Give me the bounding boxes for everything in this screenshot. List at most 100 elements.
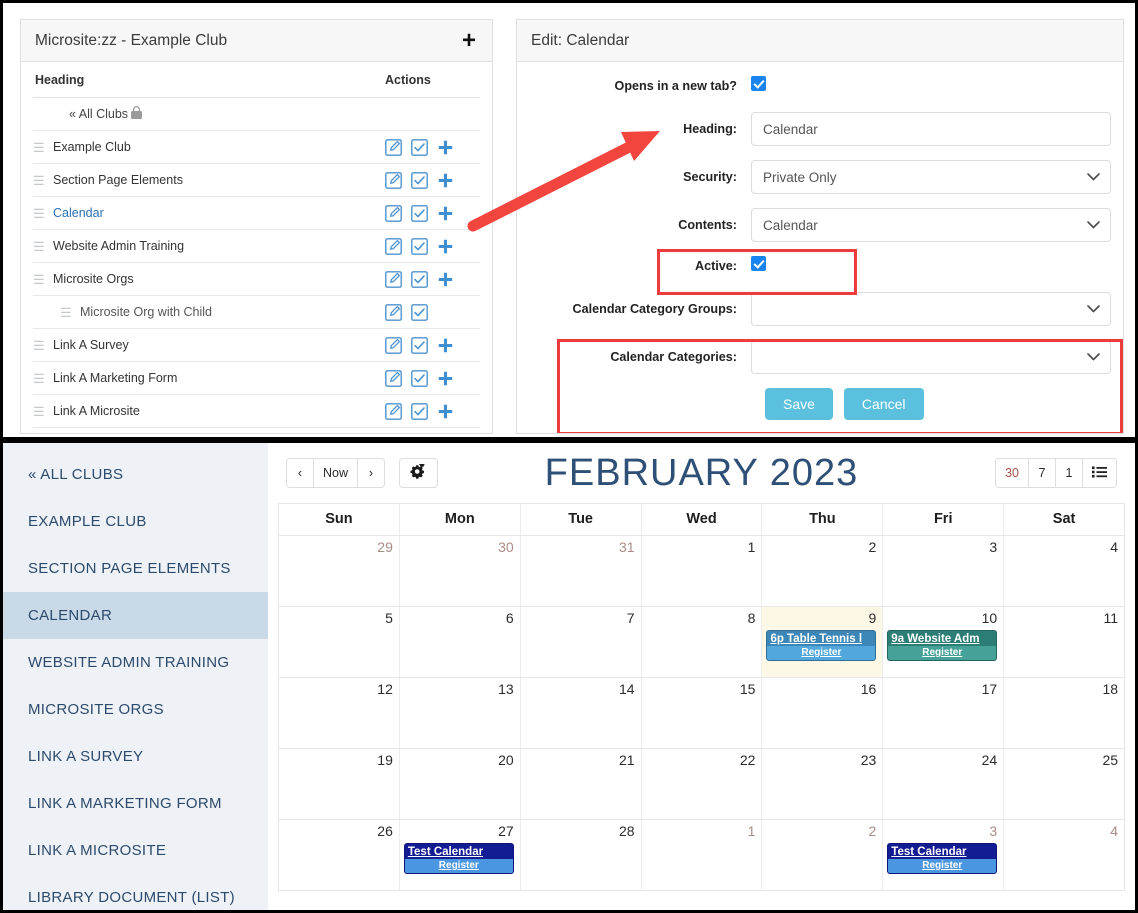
edit-icon[interactable] [385, 171, 402, 189]
sidebar-item-link-a-marketing-form[interactable]: LINK A MARKETING FORM [3, 780, 268, 827]
calendar-day-cell[interactable]: 29 [279, 536, 399, 606]
edit-icon[interactable] [385, 369, 402, 387]
calendar-day-cell[interactable]: 6 [398, 607, 520, 677]
save-button[interactable]: Save [765, 388, 833, 420]
calendar-day-cell[interactable]: 22 [640, 749, 762, 819]
calendar-day-cell[interactable]: 7 [519, 607, 641, 677]
event-register-link[interactable]: Register [888, 858, 997, 873]
calendar-event[interactable]: 6p Table Tennis l Register [766, 629, 877, 661]
contents-select[interactable] [751, 208, 1111, 242]
add-icon[interactable] [437, 139, 454, 156]
add-icon[interactable] [437, 403, 454, 420]
calendar-day-cell[interactable]: 20 [398, 749, 520, 819]
edit-icon[interactable] [385, 270, 402, 288]
checkbox-icon[interactable] [411, 303, 428, 321]
table-row[interactable]: ☰ Link A Marketing Form [33, 362, 480, 395]
event-title[interactable]: Test Calendar [888, 844, 996, 859]
new-tab-checkbox[interactable] [751, 76, 766, 91]
checkbox-icon[interactable] [411, 336, 428, 354]
add-icon[interactable] [437, 337, 454, 354]
calendar-day-cell[interactable]: 15 [640, 678, 762, 748]
calendar-day-cell[interactable]: 27 Test Calendar Register [398, 820, 520, 890]
calendar-day-cell[interactable]: 13 [398, 678, 520, 748]
checkbox-icon[interactable] [411, 138, 428, 156]
event-title[interactable]: 9a Website Adm [888, 631, 996, 646]
edit-icon[interactable] [385, 336, 402, 354]
drag-handle-icon[interactable]: ☰ [33, 372, 46, 385]
checkbox-icon[interactable] [411, 171, 428, 189]
table-row[interactable]: ☰ Microsite Orgs [33, 263, 480, 296]
calendar-day-cell[interactable]: 3 Test Calendar Register [882, 820, 1003, 890]
drag-handle-icon[interactable]: ☰ [60, 306, 73, 319]
drag-handle-icon[interactable]: ☰ [33, 174, 46, 187]
event-register-link[interactable]: Register [888, 645, 997, 660]
table-row[interactable]: ☰ Calendar [33, 197, 480, 230]
calendar-day-cell[interactable]: 31 [519, 536, 641, 606]
next-month-button[interactable]: › [357, 458, 386, 488]
table-row[interactable]: ☰ Microsite Org with Child [33, 296, 480, 329]
calendar-day-cell[interactable]: 24 [882, 749, 1003, 819]
add-page-icon[interactable]: + [462, 28, 478, 53]
calendar-day-cell[interactable]: 4 [1003, 820, 1124, 890]
calendar-day-cell[interactable]: 8 [640, 607, 762, 677]
calendar-day-cell[interactable]: 18 [1003, 678, 1124, 748]
cancel-button[interactable]: Cancel [843, 388, 924, 420]
calendar-day-cell[interactable]: 25 [1003, 749, 1124, 819]
calendar-day-cell[interactable]: 5 [279, 607, 399, 677]
calendar-day-cell[interactable]: 16 [761, 678, 882, 748]
all-clubs-link[interactable]: « All Clubs [69, 107, 128, 121]
calendar-category-groups-select[interactable] [751, 292, 1111, 326]
edit-icon[interactable] [385, 138, 402, 156]
calendar-day-cell[interactable]: 1 [640, 536, 762, 606]
table-row[interactable]: ☰ Example Club [33, 131, 480, 164]
add-icon[interactable] [437, 370, 454, 387]
drag-handle-icon[interactable]: ☰ [33, 207, 46, 220]
calendar-day-cell[interactable]: 23 [761, 749, 882, 819]
table-row[interactable]: ☰ Link A Survey [33, 329, 480, 362]
calendar-categories-select[interactable] [751, 340, 1111, 374]
add-icon[interactable] [437, 205, 454, 222]
drag-handle-icon[interactable]: ☰ [33, 273, 46, 286]
edit-icon[interactable] [385, 237, 402, 255]
checkbox-icon[interactable] [411, 369, 428, 387]
sidebar-item-example-club[interactable]: EXAMPLE CLUB [3, 498, 268, 545]
add-icon[interactable] [437, 271, 454, 288]
sidebar-item-website-admin-training[interactable]: WEBSITE ADMIN TRAINING [3, 639, 268, 686]
calendar-day-cell[interactable]: 3 [882, 536, 1003, 606]
calendar-day-cell[interactable]: 2 [761, 536, 882, 606]
sidebar-item-link-a-survey[interactable]: LINK A SURVEY [3, 733, 268, 780]
heading-input[interactable] [751, 112, 1111, 146]
edit-icon[interactable] [385, 204, 402, 222]
checkbox-icon[interactable] [411, 402, 428, 420]
edit-icon[interactable] [385, 402, 402, 420]
sidebar-item-section-page-elements[interactable]: SECTION PAGE ELEMENTS [3, 545, 268, 592]
sidebar-item-library-document-list[interactable]: LIBRARY DOCUMENT (LIST) [3, 874, 268, 910]
event-register-link[interactable]: Register [767, 645, 876, 660]
event-title[interactable]: Test Calendar [405, 844, 513, 859]
calendar-day-cell[interactable]: 30 [398, 536, 520, 606]
event-title[interactable]: 6p Table Tennis l [767, 631, 875, 646]
now-button[interactable]: Now [313, 458, 359, 488]
calendar-day-cell[interactable]: 2 [761, 820, 882, 890]
calendar-day-cell[interactable]: 19 [279, 749, 399, 819]
edit-icon[interactable] [385, 303, 402, 321]
drag-handle-icon[interactable]: ☰ [33, 405, 46, 418]
drag-handle-icon[interactable]: ☰ [33, 240, 46, 253]
sidebar-item-microsite-orgs[interactable]: MICROSITE ORGS [3, 686, 268, 733]
calendar-day-cell[interactable]: 21 [519, 749, 641, 819]
view-list-button[interactable] [1082, 458, 1117, 488]
view-week-button[interactable]: 7 [1028, 458, 1056, 488]
calendar-day-cell[interactable]: 26 [279, 820, 399, 890]
calendar-day-cell[interactable]: 12 [279, 678, 399, 748]
view-month-button[interactable]: 30 [995, 458, 1029, 488]
checkbox-icon[interactable] [411, 204, 428, 222]
calendar-day-cell[interactable]: 11 [1003, 607, 1124, 677]
security-select[interactable] [751, 160, 1111, 194]
table-row[interactable]: ☰ Website Admin Training [33, 230, 480, 263]
all-clubs-row[interactable]: « All Clubs [33, 98, 480, 131]
calendar-event[interactable]: Test Calendar Register [887, 842, 998, 874]
checkbox-icon[interactable] [411, 270, 428, 288]
table-row[interactable]: ☰ Section Page Elements [33, 164, 480, 197]
checkbox-icon[interactable] [411, 237, 428, 255]
calendar-day-cell[interactable]: 17 [882, 678, 1003, 748]
